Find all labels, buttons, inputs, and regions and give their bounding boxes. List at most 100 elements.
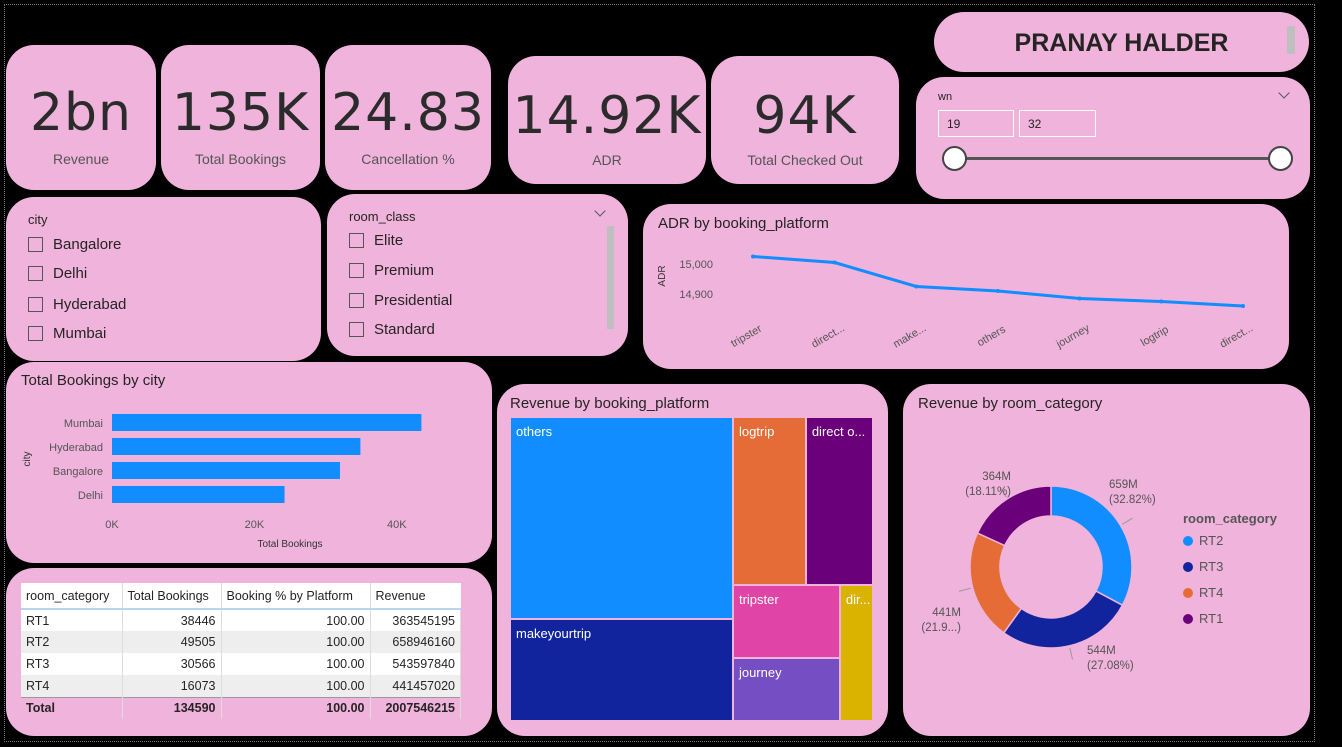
legend-label: RT2 <box>1199 533 1224 548</box>
legend-marker <box>1183 535 1193 546</box>
legend-label: RT1 <box>1199 611 1224 626</box>
checkbox[interactable] <box>349 263 364 278</box>
donut-slice[interactable] <box>1002 590 1124 649</box>
legend-item[interactable]: RT1 <box>1183 611 1223 626</box>
kpi-card-revenue: 2bn Revenue <box>6 45 156 190</box>
table-cell: 363545195 <box>370 609 461 631</box>
table-cell: 100.00 <box>221 675 371 697</box>
data-point[interactable] <box>914 284 919 289</box>
data-label: (21.9...) <box>921 622 961 634</box>
kpi-card-cancellation: 24.83 Cancellation % <box>325 45 491 190</box>
y-tick-label: Hyderabad <box>49 442 103 454</box>
legend-item[interactable]: RT2 <box>1183 533 1223 548</box>
data-point[interactable] <box>832 260 837 265</box>
series-line[interactable] <box>752 255 1244 308</box>
kpi-label: Revenue <box>52 151 110 167</box>
data-point[interactable] <box>1159 299 1164 304</box>
table-cell: 100.00 <box>221 609 371 631</box>
range-handle-min[interactable] <box>942 146 967 171</box>
column-header[interactable]: room_category <box>21 583 123 610</box>
data-label: (32.82%) <box>1109 494 1156 506</box>
legend-label: RT4 <box>1199 585 1224 600</box>
table-cell: 30566 <box>122 653 222 675</box>
range-handle-max[interactable] <box>1268 146 1293 171</box>
checkbox[interactable] <box>28 326 43 341</box>
slicer-item[interactable]: Bangalore <box>28 236 121 253</box>
legend-item[interactable]: RT3 <box>1183 559 1223 574</box>
checkbox[interactable] <box>349 293 364 308</box>
slicer-item[interactable]: Elite <box>349 232 403 249</box>
bar[interactable] <box>112 486 285 503</box>
bar[interactable] <box>112 462 340 479</box>
slicer-item-label: Standard <box>374 321 435 338</box>
chevron-down-icon[interactable] <box>1278 87 1290 99</box>
data-point[interactable] <box>751 254 755 259</box>
slicer-item-label: Premium <box>374 262 435 279</box>
slicer-title: city <box>28 212 48 227</box>
checkbox[interactable] <box>28 237 43 252</box>
table-cell: 441457020 <box>370 675 461 697</box>
table-row: RT4 16073 100.00 441457020 <box>21 675 461 697</box>
checkbox[interactable] <box>28 297 43 312</box>
range-max-input[interactable]: 32 <box>1019 110 1096 137</box>
range-min-input[interactable]: 19 <box>938 110 1014 137</box>
slicer-item-label: Delhi <box>53 265 88 282</box>
slicer-item[interactable]: Mumbai <box>28 325 106 342</box>
slicer-item[interactable]: Premium <box>349 262 434 279</box>
leader-line <box>959 587 971 592</box>
table-row: RT3 30566 100.00 543597840 <box>21 653 461 675</box>
x-tick-label: journey <box>1054 322 1093 351</box>
table-cell: 100.00 <box>221 696 371 719</box>
author-name: PRANAY HALDER <box>1014 29 1229 57</box>
range-track <box>954 157 1280 160</box>
room-class-slicer: room_class Elite Premium Presidential St… <box>327 194 628 356</box>
treemap-tile[interactable]: tripster <box>733 585 839 658</box>
y-tick-label: Delhi <box>78 490 103 502</box>
checkbox[interactable] <box>28 266 43 281</box>
data-label: 441M <box>932 607 961 619</box>
data-label: (27.08%) <box>1087 660 1134 672</box>
legend-item[interactable]: RT4 <box>1183 585 1223 600</box>
slicer-item[interactable]: Hyderabad <box>28 296 126 313</box>
table-cell: RT3 <box>21 653 123 675</box>
slicer-item[interactable]: Delhi <box>28 265 87 282</box>
kpi-label: ADR <box>592 152 622 168</box>
treemap-tile[interactable]: makeyourtrip <box>511 620 732 720</box>
column-header[interactable]: Booking % by Platform <box>221 583 371 610</box>
column-header[interactable]: Total Bookings <box>122 583 222 610</box>
checkbox[interactable] <box>349 322 364 337</box>
treemap-tile[interactable]: logtrip <box>733 418 805 584</box>
chevron-down-icon[interactable] <box>594 205 606 217</box>
x-tick-label: others <box>975 323 1008 349</box>
data-label: (18.11%) <box>965 486 1011 498</box>
data-point[interactable] <box>1077 296 1082 301</box>
bar[interactable] <box>112 414 422 431</box>
bar[interactable] <box>112 438 361 455</box>
checkbox[interactable] <box>349 233 364 248</box>
table-cell: 134590 <box>122 696 222 719</box>
kpi-value: 2bn <box>29 83 133 143</box>
revenue-donut-chart-card: Revenue by room_category 659M (32.82%) 544… <box>903 384 1310 736</box>
treemap-tile[interactable]: dir... <box>840 585 872 720</box>
table-row: RT1 38446 100.00 363545195 <box>21 609 461 631</box>
slicer-item-label: Elite <box>374 232 404 249</box>
scrollbar[interactable] <box>607 226 614 329</box>
kpi-value: 94K <box>753 86 857 146</box>
kpi-card-total-bookings: 135K Total Bookings <box>161 45 320 190</box>
column-header[interactable]: Revenue <box>370 583 461 610</box>
table-cell: 16073 <box>122 675 222 697</box>
slicer-item[interactable]: Standard <box>349 321 435 338</box>
x-axis-label: Total Bookings <box>257 539 322 550</box>
table-cell: 38446 <box>122 609 222 631</box>
x-tick-label: 0K <box>105 519 119 531</box>
legend-title: room_category <box>1183 511 1277 526</box>
legend-marker <box>1183 561 1193 572</box>
data-point[interactable] <box>1241 304 1245 308</box>
treemap-tile[interactable]: others <box>511 418 732 619</box>
donut-slice[interactable] <box>969 532 1023 634</box>
scrollbar[interactable] <box>1287 26 1295 54</box>
slicer-item[interactable]: Presidential <box>349 292 452 309</box>
treemap-tile[interactable]: journey <box>733 659 839 720</box>
data-point[interactable] <box>996 289 1000 293</box>
treemap-tile[interactable]: direct o... <box>806 418 872 584</box>
